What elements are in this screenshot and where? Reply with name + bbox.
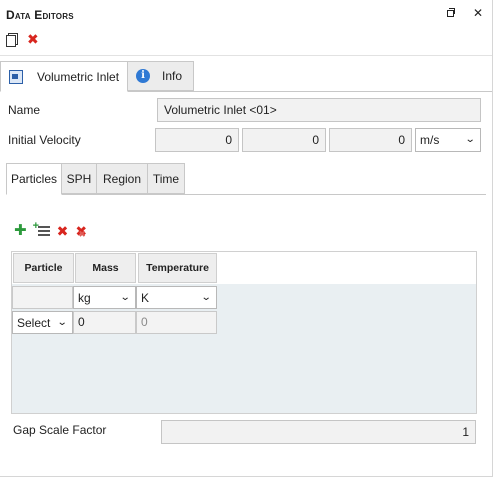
unit-cell-empty [12,286,73,309]
particles-table: Particle Mass Temperature kg ⌄ K ⌄ Selec… [11,251,477,414]
mass-cell[interactable]: 0 [73,311,136,334]
tab-region[interactable]: Region [96,163,148,194]
copy-document-icon[interactable] [6,32,18,47]
mass-unit-value: kg [78,290,91,305]
temperature-unit-value: K [141,290,150,305]
volumetric-inlet-icon [9,69,23,84]
delete-icon[interactable]: ✖ [57,224,69,238]
tab-info[interactable]: i Info [127,61,194,91]
close-icon[interactable]: ✕ [472,7,484,19]
initial-velocity-label: Initial Velocity [8,133,81,147]
particle-select-value: Select [17,315,51,330]
velocity-z-field[interactable]: 0 [329,128,412,152]
temperature-cell[interactable]: 0 [136,311,217,334]
velocity-unit-value: m/s [420,133,440,147]
table-header: Particle Mass Temperature [12,252,476,284]
tab-label: Volumetric Inlet [37,69,120,84]
temperature-unit-select[interactable]: K ⌄ [136,286,217,309]
gap-scale-factor-field[interactable]: 1 [161,420,476,444]
tab-sph[interactable]: SPH [61,163,97,194]
gap-scale-factor-label: Gap Scale Factor [13,423,107,437]
tab-time[interactable]: Time [147,163,185,194]
add-icon[interactable]: ✚ [14,223,27,238]
chevron-down-icon: ⌄ [56,316,68,328]
restore-window-icon[interactable] [446,7,458,19]
column-header-particle: Particle [13,253,74,283]
particle-select[interactable]: Select ⌄ [12,311,73,334]
main-tab-bar: Volumetric Inlet i Info [0,61,492,92]
chevron-down-icon: ⌄ [119,291,131,303]
column-header-mass: Mass [75,253,136,283]
add-list-icon[interactable] [33,220,50,237]
particles-toolbar: ✚ ✖ ✖ [14,220,87,241]
inner-tab-bar: Particles SPH Region Time [6,163,486,195]
tab-label: Info [162,69,183,83]
name-field[interactable]: Volumetric Inlet <01> [157,98,481,122]
data-editors-panel: Data Editors ✕ ✖ Volumetric Inlet i Info… [0,0,493,477]
delete-multiple-icon[interactable]: ✖ [75,224,87,241]
chevron-down-icon: ⌄ [200,291,212,303]
mass-unit-select[interactable]: kg ⌄ [73,286,136,309]
velocity-y-field[interactable]: 0 [242,128,326,152]
info-icon: i [136,69,150,83]
editor-toolbar: ✖ [6,32,39,47]
window-controls: ✕ [446,7,484,19]
column-header-temperature: Temperature [138,253,217,283]
tab-volumetric-inlet[interactable]: Volumetric Inlet [0,61,128,92]
velocity-unit-select[interactable]: m/s ⌄ [415,128,481,152]
panel-title: Data Editors [6,8,74,22]
toolbar-divider [0,55,492,56]
tab-particles[interactable]: Particles [6,163,62,195]
chevron-down-icon: ⌄ [464,134,476,145]
name-label: Name [8,103,41,117]
delete-red-x-icon[interactable]: ✖ [27,32,39,46]
velocity-x-field[interactable]: 0 [155,128,239,152]
